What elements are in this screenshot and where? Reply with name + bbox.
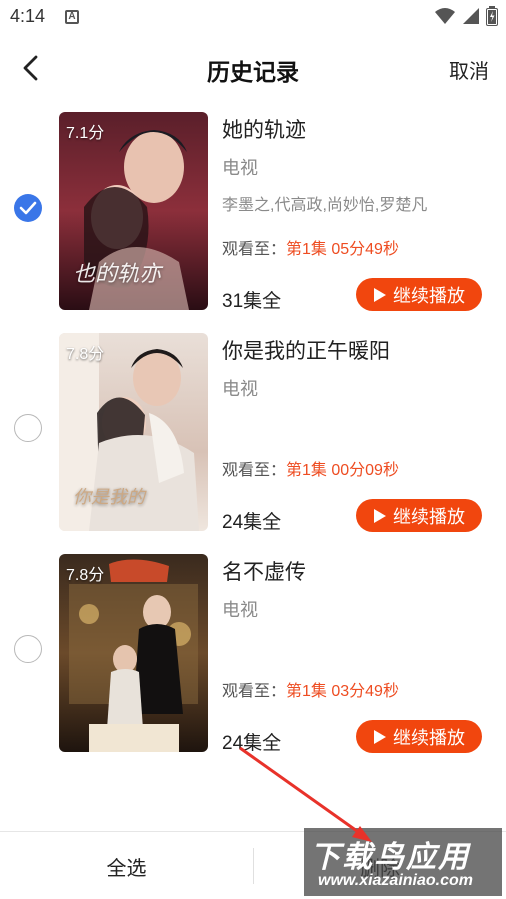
continue-play-label: 继续播放	[393, 506, 465, 527]
continue-play-button[interactable]: 继续播放	[356, 499, 482, 532]
signal-icon	[463, 8, 479, 24]
watch-progress-value: 第1集 03分49秒	[286, 683, 399, 700]
top-nav-bar: 历史记录 取消	[0, 44, 506, 92]
rating-badge: 7.8分	[66, 346, 105, 363]
checkmark-icon	[19, 201, 37, 215]
show-title[interactable]: 她的轨迹	[222, 114, 306, 144]
show-type: 电视	[222, 600, 258, 620]
watch-progress-label: 观看至：	[222, 462, 287, 479]
show-title[interactable]: 名不虚传	[222, 556, 306, 586]
history-item[interactable]: 7.1分 也的轨亦 她的轨迹 电视 李墨之,代高政,尚妙怡,罗楚凡 观看至：第1…	[0, 100, 506, 312]
continue-play-button[interactable]: 继续播放	[356, 720, 482, 753]
episode-count: 31集全	[222, 291, 282, 312]
show-type: 电视	[222, 158, 258, 178]
show-type: 电视	[222, 379, 258, 399]
watch-progress-value: 第1集 00分09秒	[286, 462, 399, 479]
poster-title-text: 你是我的	[73, 487, 145, 508]
poster-title-text: 也的轨亦	[73, 262, 162, 287]
back-button[interactable]	[16, 52, 48, 84]
watermark-line2: www.xiazainiao.com	[318, 872, 474, 889]
watch-progress: 观看至：第1集 03分49秒	[222, 677, 399, 701]
selection-checkbox[interactable]	[14, 194, 42, 222]
continue-play-button[interactable]: 继续播放	[356, 278, 482, 311]
history-item[interactable]: 7.8分 名不虚传 电视 观看至：第1集 03分49秒 24集全 继续播放	[0, 542, 506, 754]
page-title: 历史记录	[207, 59, 299, 85]
watch-progress: 观看至：第1集 00分09秒	[222, 456, 399, 480]
system-icons	[434, 6, 498, 26]
status-time: 4:14	[10, 6, 46, 26]
continue-play-label: 继续播放	[393, 285, 465, 306]
watch-progress-label: 观看至：	[222, 683, 287, 700]
wifi-icon	[435, 8, 455, 24]
play-icon	[374, 287, 386, 302]
cancel-button[interactable]: 取消	[449, 55, 489, 84]
continue-play-label: 继续播放	[393, 727, 465, 748]
show-cast: 李墨之,代高政,尚妙怡,罗楚凡	[222, 197, 428, 214]
watermark-line1: 下载鸟应用	[310, 841, 470, 874]
chevron-left-icon	[23, 55, 38, 81]
watch-progress-value: 第1集 05分49秒	[286, 241, 399, 258]
watch-progress-label: 观看至：	[222, 241, 287, 258]
poster-image[interactable]: 7.8分	[59, 554, 208, 752]
status-bar: 4:14 A	[0, 0, 506, 34]
rating-badge: 7.8分	[66, 567, 105, 584]
poster-image[interactable]: 7.8分 你是我的	[59, 333, 208, 531]
watch-progress: 观看至：第1集 05分49秒	[222, 235, 399, 259]
watermark-logo: 下载鸟应用 www.xiazainiao.com	[304, 828, 502, 896]
episode-count: 24集全	[222, 733, 282, 754]
a-icon: A	[65, 10, 79, 24]
episode-count: 24集全	[222, 512, 282, 533]
battery-icon	[486, 6, 498, 26]
history-item[interactable]: 7.8分 你是我的 你是我的正午暖阳 电视 观看至：第1集 00分09秒 24集…	[0, 321, 506, 533]
play-icon	[374, 508, 386, 523]
select-all-button[interactable]: 全选	[0, 832, 253, 899]
selection-checkbox[interactable]	[14, 414, 42, 442]
poster-image[interactable]: 7.1分 也的轨亦	[59, 112, 208, 310]
rating-badge: 7.1分	[66, 125, 105, 142]
play-icon	[374, 729, 386, 744]
show-title[interactable]: 你是我的正午暖阳	[222, 335, 390, 365]
selection-checkbox[interactable]	[14, 635, 42, 663]
